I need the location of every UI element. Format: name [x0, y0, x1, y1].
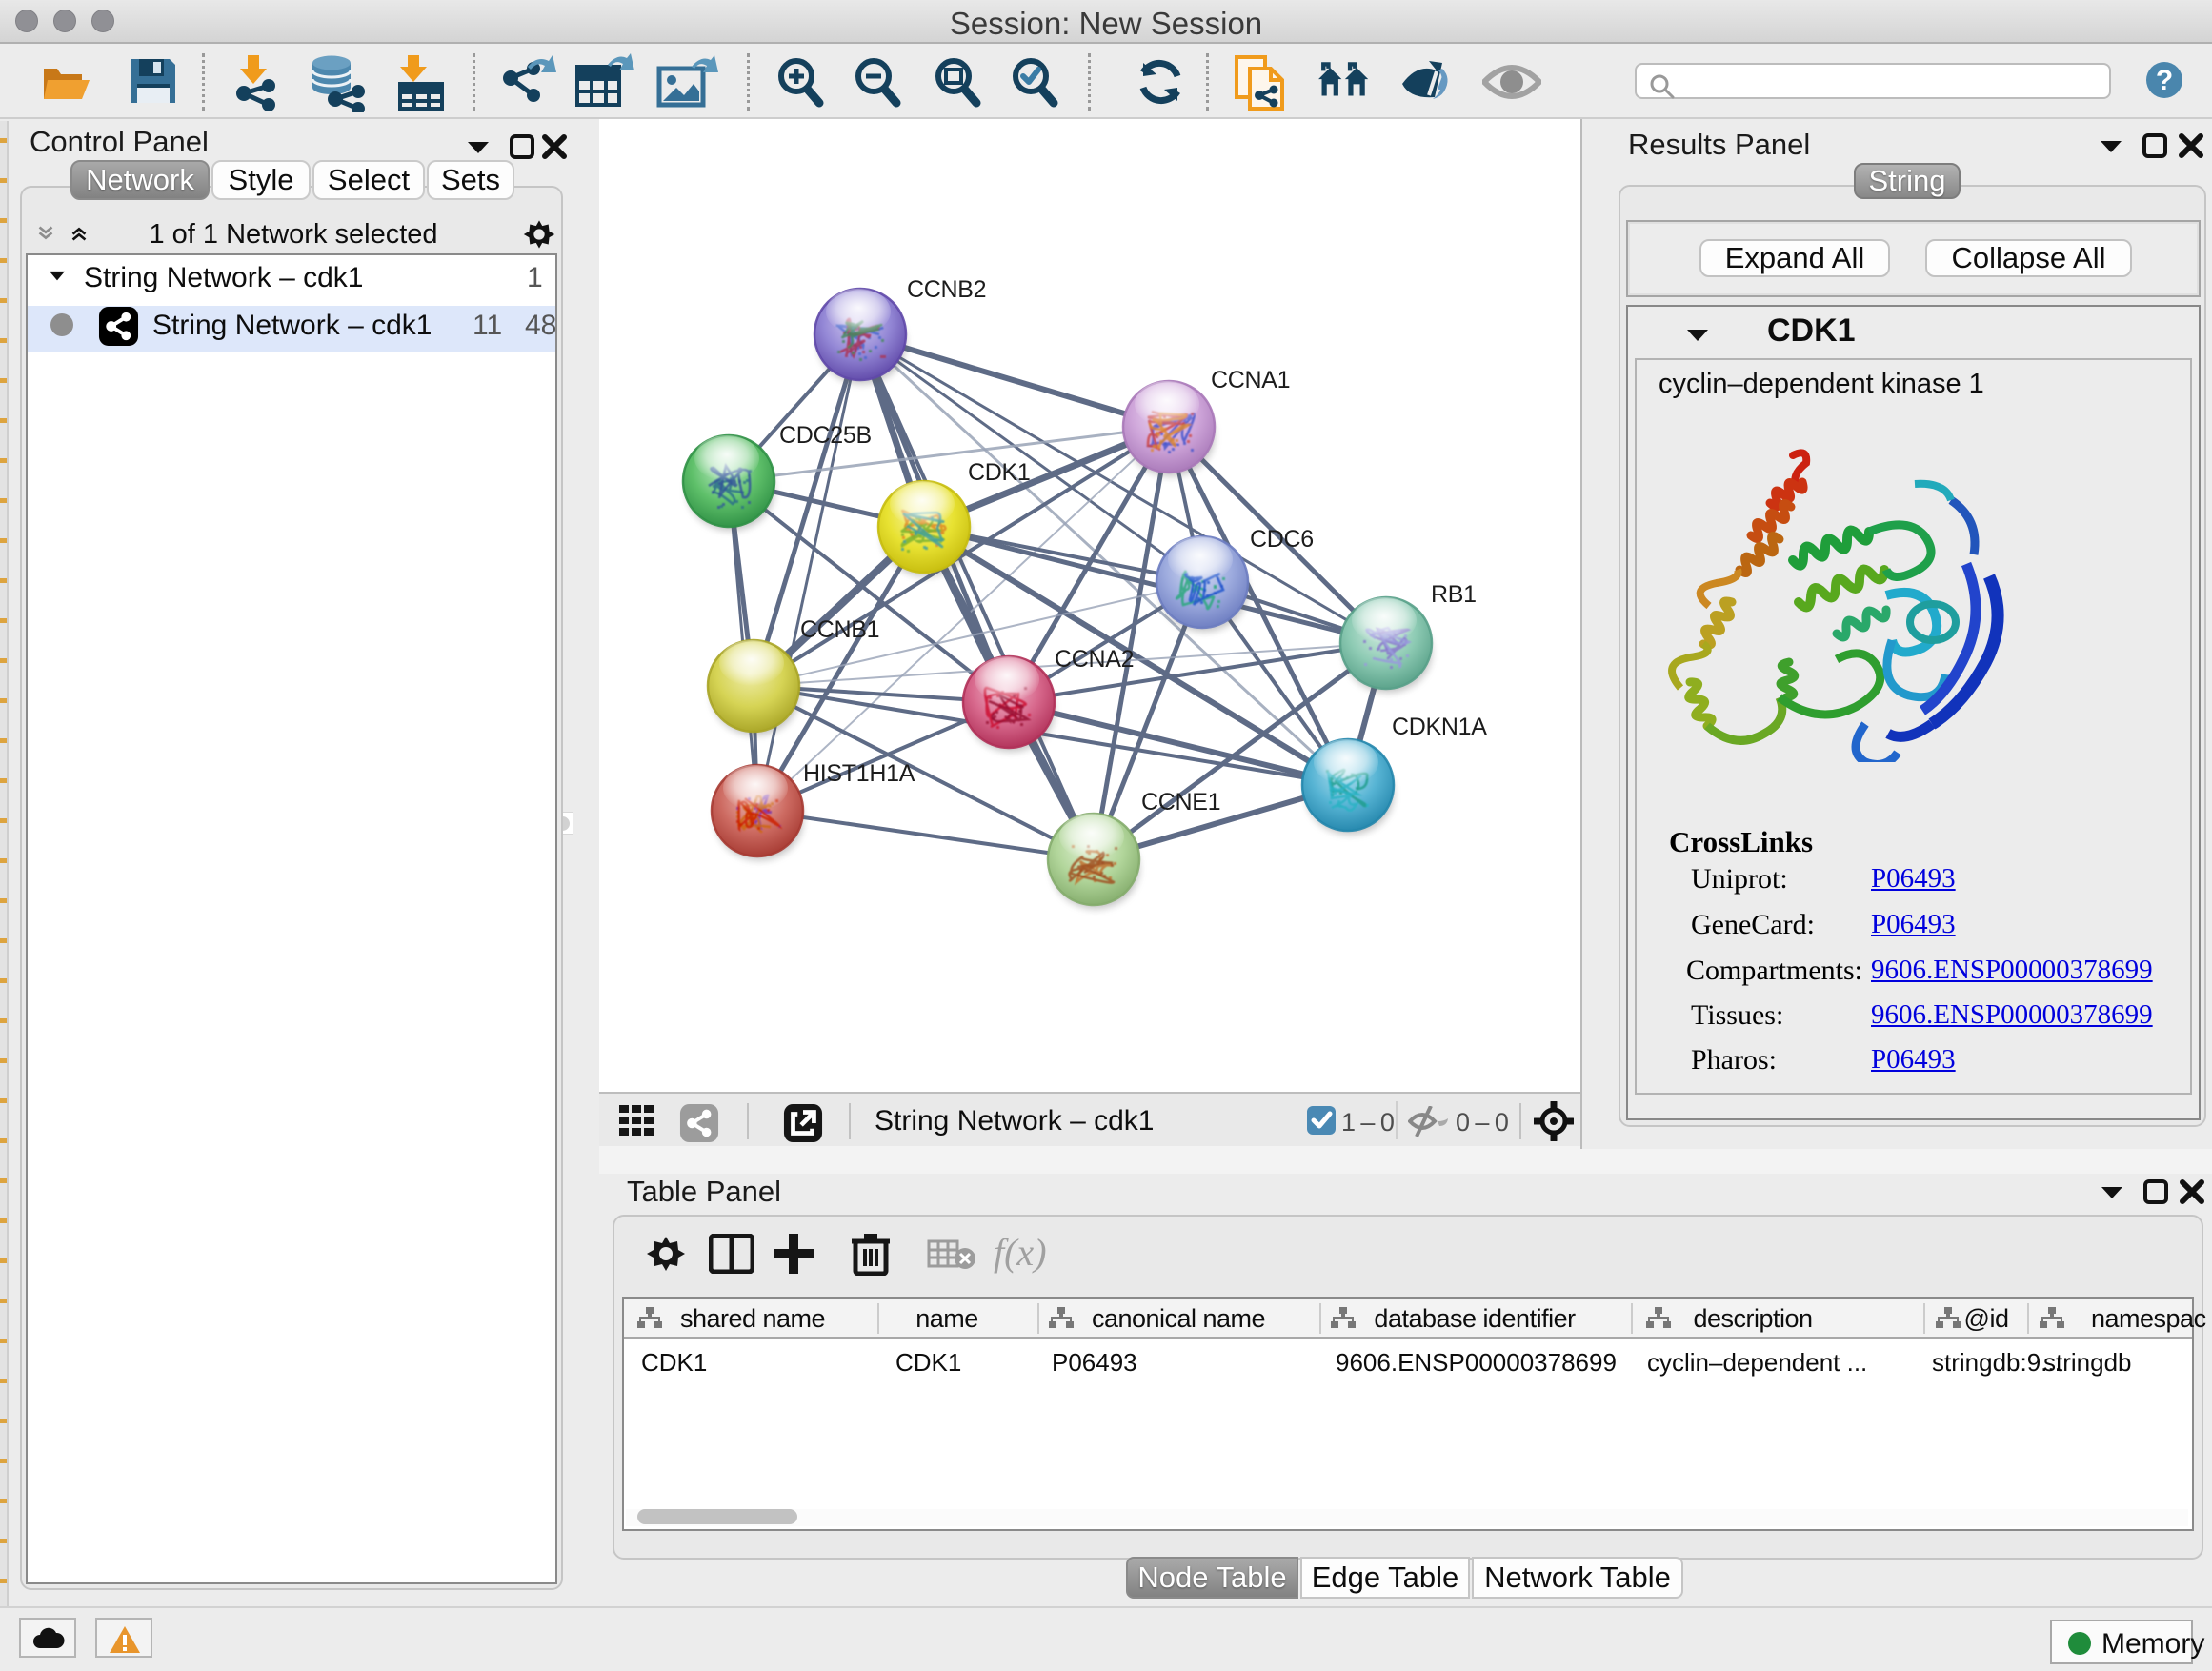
svg-text:CDKN1A: CDKN1A [1392, 714, 1487, 740]
svg-text:HIST1H1A: HIST1H1A [803, 760, 915, 787]
svg-text:CDK1: CDK1 [968, 459, 1031, 486]
svg-text:CCNA1: CCNA1 [1211, 367, 1290, 393]
svg-text:CCNB1: CCNB1 [800, 616, 879, 643]
svg-text:CDC6: CDC6 [1250, 526, 1314, 553]
svg-text:RB1: RB1 [1431, 581, 1477, 608]
svg-text:CCNA2: CCNA2 [1055, 646, 1134, 673]
svg-text:CCNB2: CCNB2 [907, 276, 986, 303]
svg-text:?: ? [2156, 65, 2173, 96]
svg-text:CDC25B: CDC25B [779, 422, 872, 449]
svg-text:CCNE1: CCNE1 [1141, 789, 1220, 815]
